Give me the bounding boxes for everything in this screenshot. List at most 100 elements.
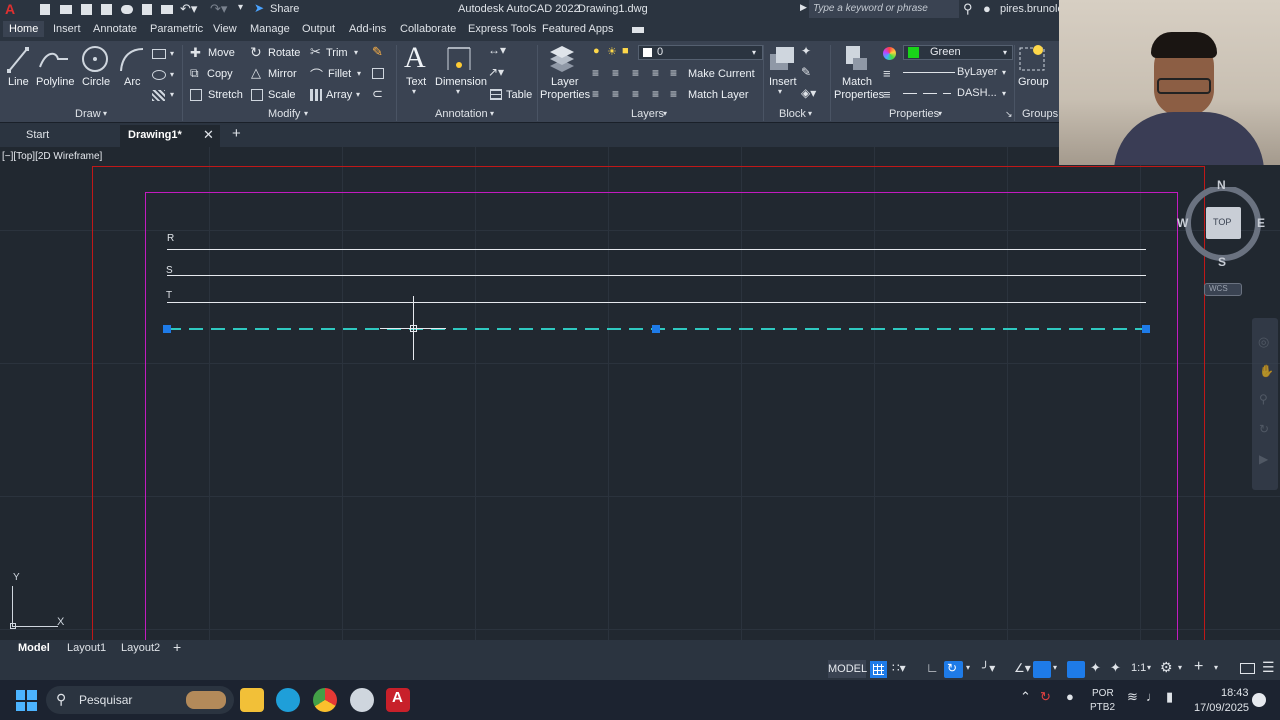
scale-button[interactable]: Scale [268, 89, 296, 101]
tab-parametric[interactable]: Parametric [150, 23, 203, 35]
search-box[interactable]: Type a keyword or phrase [809, 0, 959, 18]
tab-insert[interactable]: Insert [53, 23, 81, 35]
microphone-icon[interactable]: ● [1066, 689, 1074, 704]
zoom-extents-icon[interactable]: ⚲ [1259, 392, 1268, 406]
polyline-button[interactable]: Polyline [36, 76, 75, 88]
arc-button[interactable]: Arc [124, 76, 141, 88]
viewcube-south[interactable]: S [1218, 255, 1226, 269]
match-layer-button[interactable]: Match Layer [688, 89, 749, 101]
quick-access-dropdown-icon[interactable]: ▾ [238, 2, 243, 13]
lineweight-icon[interactable]: ≡ [883, 66, 891, 81]
edge-icon[interactable] [276, 688, 300, 712]
navigation-bar[interactable]: ◎ ✋ ⚲ ↻ ▶ [1252, 318, 1278, 490]
table-icon[interactable] [490, 89, 502, 100]
annotation-visibility-icon[interactable] [1067, 661, 1085, 678]
insert-icon[interactable] [768, 44, 796, 74]
snap-mode-icon[interactable]: ∷▾ [892, 661, 906, 675]
isolate-objects-icon[interactable]: ▾ [1214, 663, 1218, 672]
layer-tool-7-icon[interactable]: ≡ [632, 87, 639, 101]
object-snap-dropdown-icon[interactable]: ▾ [1053, 663, 1057, 672]
battery-icon[interactable]: ▮ [1166, 689, 1173, 705]
table-button[interactable]: Table [506, 89, 532, 101]
layer-tool-8-icon[interactable]: ≡ [652, 87, 659, 101]
save-icon[interactable] [81, 4, 92, 15]
fillet-icon[interactable]: ⌒ [310, 65, 323, 84]
cloud-icon[interactable] [121, 5, 133, 14]
annotation-panel-label[interactable]: Annotation [435, 108, 488, 120]
dimension-icon[interactable] [445, 45, 473, 73]
grip-handle-end[interactable] [1142, 325, 1150, 333]
layer-dropdown[interactable]: 0 ▾ [638, 45, 763, 60]
group-icon[interactable] [1018, 44, 1046, 74]
leader-icon[interactable]: ↗▾ [488, 65, 504, 79]
windows-start-icon[interactable] [16, 690, 37, 711]
line-s[interactable] [167, 275, 1146, 276]
line-button[interactable]: Line [8, 76, 29, 88]
layer-tool-4-icon[interactable]: ≡ [652, 66, 659, 80]
linetype-icon[interactable]: ≡ [883, 87, 891, 102]
chrome-icon[interactable] [313, 688, 337, 712]
share-icon[interactable]: ➤ [254, 1, 264, 15]
drawing-viewport[interactable]: [−][Top][2D Wireframe] R S T N W E S TOP… [0, 147, 1280, 640]
mirror-icon[interactable]: △ [251, 65, 261, 81]
arc-icon[interactable] [118, 45, 146, 75]
ortho-icon[interactable]: ∟ [926, 660, 939, 675]
mirror-button[interactable]: Mirror [268, 68, 297, 80]
share-button[interactable]: Share [270, 3, 299, 15]
modify-panel-label[interactable]: Modify [268, 108, 300, 120]
draw-panel-label[interactable]: Draw [75, 108, 101, 120]
undo-icon[interactable]: ↶▾ [180, 1, 197, 17]
rotate-icon[interactable]: ↻ [250, 44, 262, 61]
tab-express-tools[interactable]: Express Tools [468, 23, 536, 35]
user-name[interactable]: pires.brunole [1000, 3, 1064, 15]
ribbon-toggle-icon[interactable] [632, 27, 644, 33]
annotation-panel-dropdown-icon[interactable]: ▾ [490, 109, 494, 118]
layer-tool-3-icon[interactable]: ≡ [632, 66, 639, 80]
object-snap-icon[interactable] [1033, 661, 1051, 678]
model-space-button[interactable]: MODEL [828, 660, 867, 678]
stretch-button[interactable]: Stretch [208, 89, 243, 101]
tab-start[interactable]: Start [26, 129, 49, 141]
array-button[interactable]: Array [326, 89, 352, 101]
copy-button[interactable]: Copy [207, 68, 233, 80]
erase-icon[interactable]: ✎ [372, 44, 383, 60]
dimension-dropdown-icon[interactable]: ▾ [456, 87, 460, 96]
chevron-right-icon[interactable]: ▶ [800, 2, 807, 13]
github-icon[interactable] [350, 688, 374, 712]
block-attribute-icon[interactable]: ◈▾ [801, 86, 816, 100]
fillet-dropdown-icon[interactable]: ▾ [357, 69, 361, 78]
block-panel-label[interactable]: Block [779, 108, 806, 120]
wifi-icon[interactable]: ≋ [1127, 689, 1138, 705]
circle-button[interactable]: Circle [82, 76, 110, 88]
search-icon[interactable]: ⚲ [963, 1, 973, 17]
explode-icon[interactable] [372, 68, 384, 79]
taskbar-search[interactable]: ⚲ Pesquisar [46, 686, 234, 714]
fillet-button[interactable]: Fillet [328, 68, 351, 80]
match-layer-icon[interactable]: ≡ [670, 87, 677, 101]
text-icon[interactable]: A [404, 41, 426, 75]
pan-icon[interactable]: ✋ [1259, 364, 1274, 378]
array-dropdown-icon[interactable]: ▾ [356, 90, 360, 99]
layer-on-icon[interactable]: ● [593, 45, 600, 57]
auto-scale-icon[interactable]: ✦ [1090, 660, 1101, 676]
rotate-button[interactable]: Rotate [268, 47, 300, 59]
gradient-icon[interactable] [152, 90, 165, 101]
autocad-logo-icon[interactable]: A [5, 1, 15, 17]
showmotion-icon[interactable]: ▶ [1259, 452, 1268, 466]
properties-panel-dropdown-icon[interactable]: ▾ [938, 109, 942, 118]
line-r[interactable] [167, 249, 1146, 250]
draw-gradient-dropdown-icon[interactable]: ▾ [170, 90, 174, 99]
polar-dropdown-icon[interactable]: ▾ [966, 663, 970, 672]
trim-dropdown-icon[interactable]: ▾ [354, 48, 358, 57]
dimension-button[interactable]: Dimension [435, 76, 487, 88]
offset-icon[interactable]: ⊂ [372, 86, 383, 102]
polyline-icon[interactable] [38, 47, 70, 75]
move-button[interactable]: Move [208, 47, 235, 59]
insert-button[interactable]: Insert [769, 76, 797, 88]
viewcube-north[interactable]: N [1217, 178, 1226, 192]
close-icon[interactable]: ✕ [203, 127, 214, 143]
make-current-button[interactable]: Make Current [688, 68, 755, 80]
plot-icon[interactable] [142, 4, 152, 15]
full-navigation-wheel-icon[interactable]: ◎ [1258, 334, 1269, 350]
make-current-icon[interactable]: ≡ [670, 66, 677, 80]
